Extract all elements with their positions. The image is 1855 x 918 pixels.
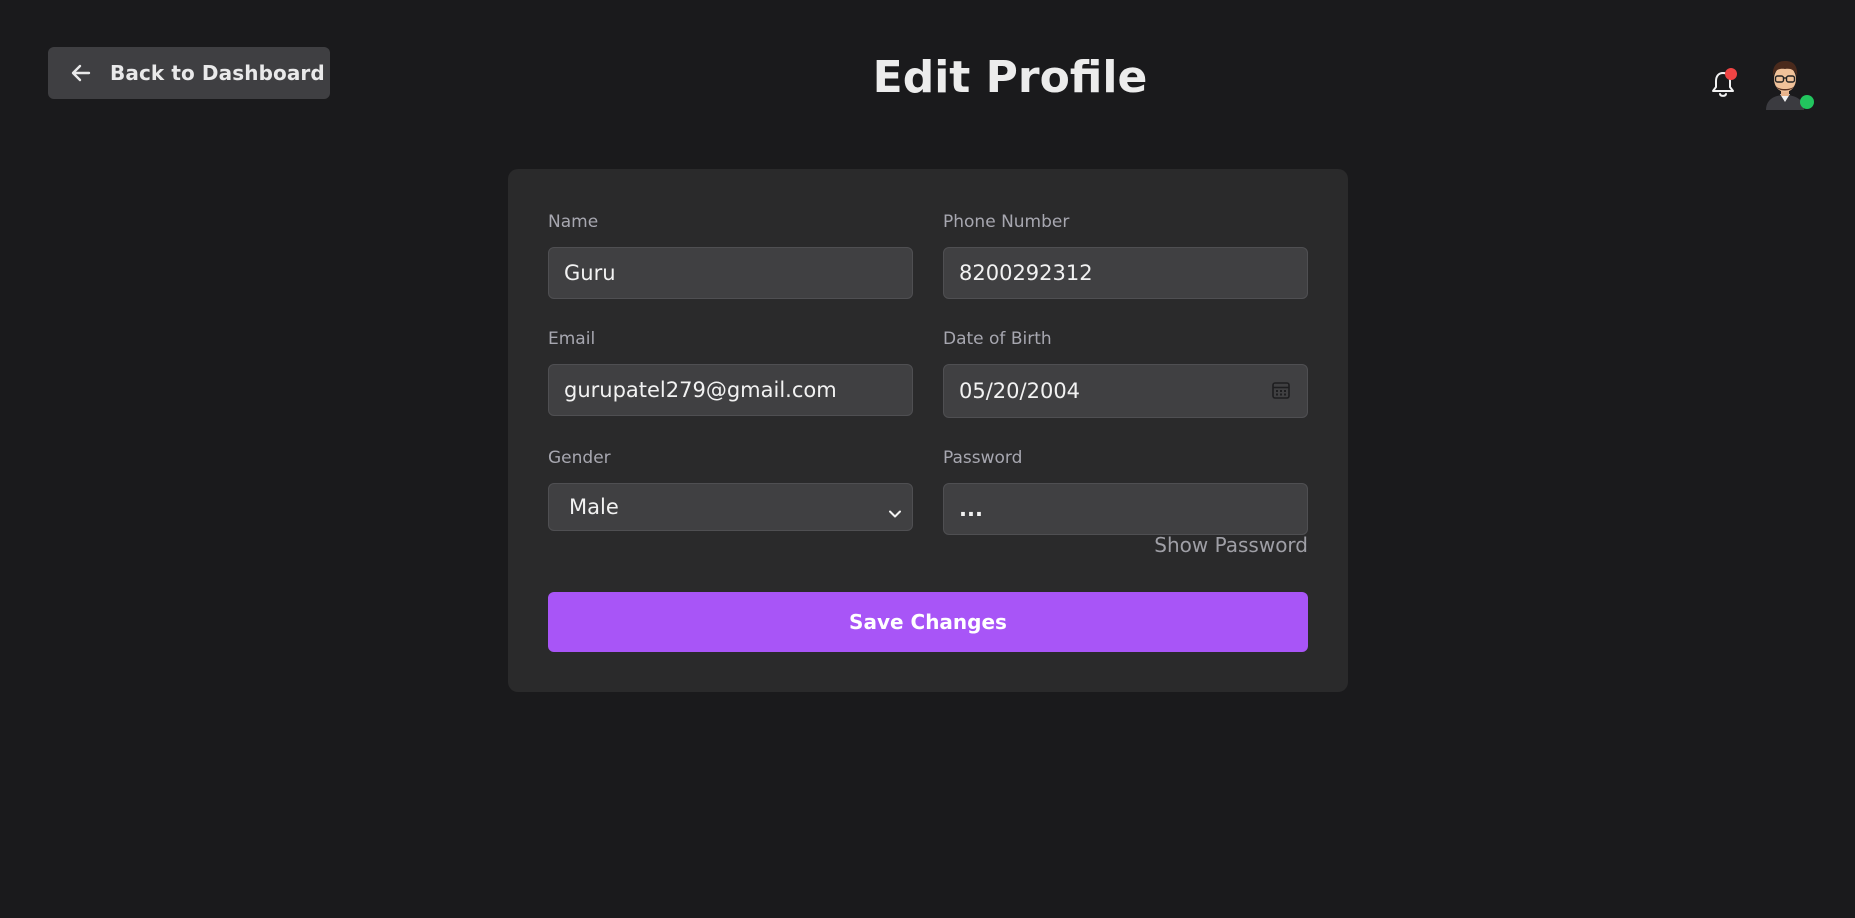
- user-avatar-icon[interactable]: [1760, 56, 1814, 110]
- email-value: gurupatel279@gmail.com: [564, 378, 837, 402]
- chevron-down-icon: [888, 502, 902, 518]
- name-field-group: Name Guru: [548, 211, 913, 299]
- dob-input[interactable]: 05/20/2004: [943, 364, 1308, 418]
- edit-profile-page: Back to Dashboard Edit Profile Name Guru: [0, 0, 1855, 918]
- page-title: Edit Profile: [872, 52, 1148, 103]
- email-field-group: Email gurupatel279@gmail.com: [548, 328, 913, 416]
- phone-input[interactable]: 8200292312: [943, 247, 1308, 299]
- name-label: Name: [548, 212, 599, 232]
- password-label: Password: [943, 448, 1023, 468]
- password-input[interactable]: ...: [943, 483, 1308, 535]
- phone-label: Phone Number: [943, 212, 1070, 232]
- gender-select[interactable]: Male: [548, 483, 913, 531]
- dob-label: Date of Birth: [943, 329, 1052, 349]
- phone-value: 8200292312: [959, 261, 1093, 285]
- gender-field-group: Gender Male: [548, 447, 913, 531]
- password-value: ...: [959, 497, 983, 521]
- show-password-toggle[interactable]: Show Password: [1154, 533, 1308, 557]
- notification-dot: [1725, 68, 1737, 80]
- edit-profile-form: Name Guru Phone Number 8200292312 Email …: [508, 169, 1348, 692]
- gender-value: Male: [569, 495, 619, 519]
- dob-field-group: Date of Birth 05/20/2004: [943, 328, 1308, 418]
- password-field-group: Password ...: [943, 447, 1308, 535]
- name-input[interactable]: Guru: [548, 247, 913, 299]
- email-label: Email: [548, 329, 596, 349]
- gender-label: Gender: [548, 448, 611, 468]
- online-status-dot: [1800, 95, 1814, 109]
- save-changes-button[interactable]: Save Changes: [548, 592, 1308, 652]
- bell-icon[interactable]: [1708, 68, 1738, 100]
- phone-field-group: Phone Number 8200292312: [943, 211, 1308, 299]
- name-value: Guru: [564, 261, 616, 285]
- email-input[interactable]: gurupatel279@gmail.com: [548, 364, 913, 416]
- calendar-icon[interactable]: [1271, 380, 1291, 400]
- dob-value: 05/20/2004: [959, 379, 1081, 403]
